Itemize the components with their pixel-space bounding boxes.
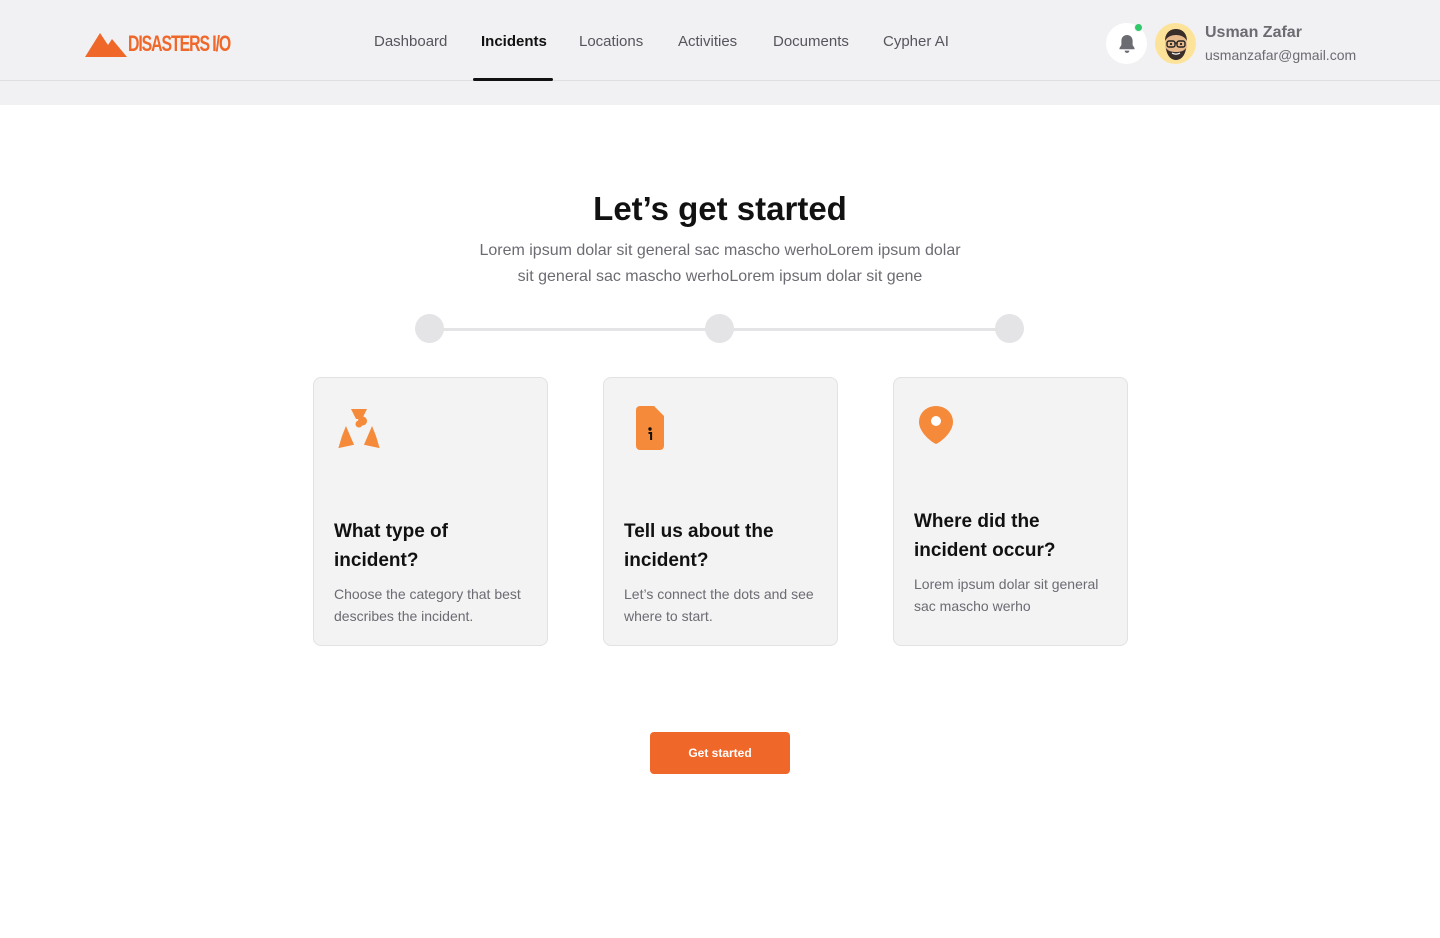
- incident-type-card[interactable]: What type of incident? Choose the catego…: [313, 377, 548, 646]
- header-divider: [0, 80, 1440, 81]
- notification-dot: [1134, 23, 1143, 32]
- nav-item-documents[interactable]: Documents: [773, 33, 849, 50]
- stepper-step-1: [415, 314, 444, 343]
- avatar[interactable]: [1155, 23, 1196, 64]
- brand-logo[interactable]: DISASTERS I/O: [85, 30, 270, 58]
- nav-item-dashboard[interactable]: Dashboard: [374, 33, 447, 50]
- incident-details-card[interactable]: Tell us about the incident? Let’s connec…: [603, 377, 838, 646]
- active-tab-indicator: [473, 78, 553, 81]
- card-description: Choose the category that best describes …: [334, 586, 521, 624]
- progress-stepper: [415, 314, 1025, 344]
- nav-item-locations[interactable]: Locations: [579, 33, 643, 50]
- nav-item-cypher-ai[interactable]: Cypher AI: [883, 33, 949, 50]
- top-navigation-bar: DISASTERS I/O Dashboard Incidents Locati…: [0, 0, 1440, 105]
- user-email: usmanzafar@gmail.com: [1205, 47, 1357, 63]
- stepper-step-2: [705, 314, 734, 343]
- card-description: Lorem ipsum dolar sit general sac mascho…: [914, 576, 1099, 614]
- card-title: Tell us about the incident?: [624, 521, 774, 571]
- stepper-step-3: [995, 314, 1024, 343]
- nav-item-activities[interactable]: Activities: [678, 33, 737, 50]
- incident-location-card[interactable]: Where did the incident occur? Lorem ipsu…: [893, 377, 1128, 646]
- card-title: Where did the incident occur?: [914, 511, 1056, 561]
- nav-item-incidents[interactable]: Incidents: [481, 33, 547, 50]
- user-name: Usman Zafar: [1205, 24, 1302, 41]
- card-title: What type of incident?: [334, 521, 448, 571]
- card-description: Let’s connect the dots and see where to …: [624, 586, 814, 624]
- page-subtitle: Lorem ipsum dolar sit general sac mascho…: [479, 242, 961, 285]
- user-avatar-icon: [1164, 28, 1187, 60]
- get-started-button[interactable]: Get started: [650, 732, 790, 774]
- info-document-icon: [636, 406, 664, 450]
- brand-logo-text: DISASTERS I/O: [128, 31, 231, 56]
- bell-icon: [1119, 34, 1134, 53]
- page-title: Let’s get started: [593, 190, 847, 227]
- location-pin-icon: [919, 406, 953, 444]
- radiation-icon: [338, 409, 380, 449]
- mountain-logo-icon: [85, 33, 127, 57]
